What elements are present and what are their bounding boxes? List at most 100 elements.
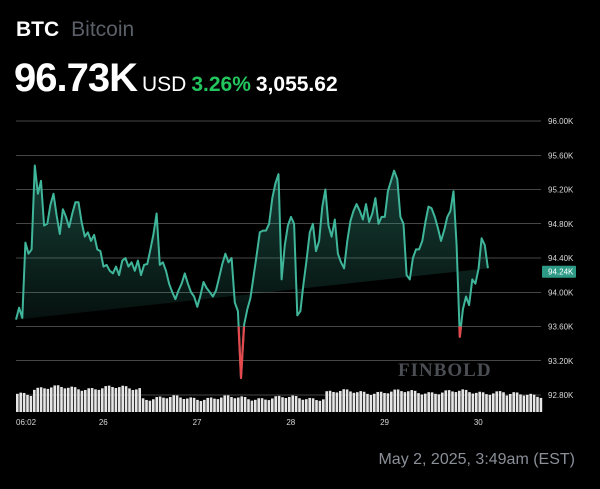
- volume-bar: [407, 391, 410, 412]
- volume-bar: [152, 399, 155, 412]
- volume-bar: [220, 397, 223, 412]
- price-area-fill: [16, 165, 488, 378]
- volume-bar: [481, 392, 485, 412]
- volume-bar: [196, 399, 199, 412]
- volume-bar: [529, 393, 532, 412]
- volume-bar: [356, 392, 359, 412]
- volume-bar: [209, 397, 213, 412]
- volume-bar: [403, 392, 407, 412]
- volume-bar: [254, 399, 257, 412]
- volume-bar: [478, 391, 481, 412]
- volume-bar: [36, 387, 39, 412]
- volume-bar: [509, 393, 512, 412]
- volume-bar: [454, 392, 458, 412]
- volume-bar: [16, 393, 19, 412]
- volume-bar: [318, 400, 322, 412]
- volume-bar: [206, 397, 209, 412]
- volume-bar: [396, 389, 400, 412]
- volume-bar: [447, 390, 451, 412]
- volume-bar: [410, 390, 413, 412]
- volume-bar: [199, 400, 203, 412]
- volume-bar: [189, 397, 192, 412]
- volume-bar: [141, 398, 145, 412]
- volume-bar: [281, 397, 284, 412]
- volume-bar: [379, 391, 383, 412]
- volume-bar: [434, 393, 437, 412]
- volume-bar: [175, 395, 179, 412]
- volume-bar: [532, 394, 536, 412]
- volume-bar: [70, 386, 73, 412]
- volume-bar: [56, 385, 60, 412]
- volume-bar: [179, 397, 182, 412]
- volume-bar: [80, 390, 84, 412]
- volume-bar: [311, 398, 315, 412]
- y-tick-label: 93.20K: [548, 357, 574, 366]
- volume-bar: [172, 395, 175, 412]
- x-tick-label: 27: [193, 418, 202, 427]
- volume-bar: [53, 385, 56, 412]
- volume-bar: [298, 398, 301, 412]
- volume-bar: [471, 393, 475, 412]
- volume-bar: [203, 399, 206, 412]
- volume-bar: [271, 398, 274, 412]
- volume-bar: [267, 400, 271, 412]
- volume-bar: [77, 389, 80, 412]
- volume-bar: [342, 389, 345, 412]
- volume-bar: [84, 389, 87, 412]
- volume-bar: [301, 399, 305, 412]
- volume-bar: [502, 392, 505, 412]
- volume-bar: [60, 387, 63, 412]
- volume-bar: [413, 390, 417, 412]
- volume-bar: [461, 389, 464, 412]
- volume-bar: [240, 396, 243, 412]
- volume-bar: [165, 398, 169, 412]
- volume-bar: [485, 394, 488, 412]
- volume-bar: [294, 396, 298, 412]
- volume-bar: [519, 394, 522, 412]
- volume-bar: [526, 394, 529, 412]
- volume-bar: [284, 398, 288, 412]
- volume-bar: [230, 397, 233, 412]
- volume-bar: [101, 388, 104, 412]
- volume-bar: [131, 389, 135, 412]
- volume-bar: [87, 388, 90, 412]
- volume-bar: [369, 394, 373, 412]
- volume-bar: [373, 393, 376, 412]
- volume-bar: [118, 387, 121, 412]
- y-tick-label: 95.60K: [548, 151, 574, 160]
- volume-bar: [216, 399, 220, 412]
- volume-bar: [458, 390, 461, 412]
- volume-bar: [451, 391, 454, 412]
- volume-bar: [349, 391, 352, 412]
- volume-bar: [182, 399, 186, 412]
- finbold-watermark: FINBOLD: [398, 360, 492, 381]
- volume-bar: [158, 396, 162, 412]
- volume-bar: [243, 396, 247, 412]
- volume-bar: [495, 391, 498, 412]
- volume-bar: [427, 392, 430, 412]
- volume-bar: [339, 390, 342, 412]
- x-tick-label: 30: [474, 418, 483, 427]
- volume-bar: [124, 386, 128, 412]
- volume-bar: [468, 392, 471, 412]
- x-tick-label: 28: [286, 418, 295, 427]
- volume-bar: [94, 389, 97, 412]
- volume-bar: [390, 391, 393, 412]
- volume-bar: [322, 399, 325, 412]
- volume-bar: [515, 392, 519, 412]
- volume-bar: [257, 398, 260, 412]
- volume-bar: [305, 399, 308, 412]
- volume-bar: [111, 387, 114, 412]
- volume-bar: [359, 391, 362, 412]
- volume-bar: [424, 393, 427, 412]
- volume-bar: [128, 388, 131, 412]
- volume-bar: [226, 395, 230, 412]
- price-chart: FINBOLD 96.00K 95.60K 95.20K 94.80K 94.40K 94…: [15, 117, 576, 427]
- volume-bar: [121, 385, 124, 412]
- y-tick-label: 94.80K: [548, 220, 574, 229]
- volume-bar: [366, 393, 369, 412]
- y-tick-label: 93.60K: [548, 323, 574, 332]
- x-tick-label: 26: [99, 418, 108, 427]
- volume-bar: [50, 387, 53, 412]
- volume-bar: [522, 395, 526, 412]
